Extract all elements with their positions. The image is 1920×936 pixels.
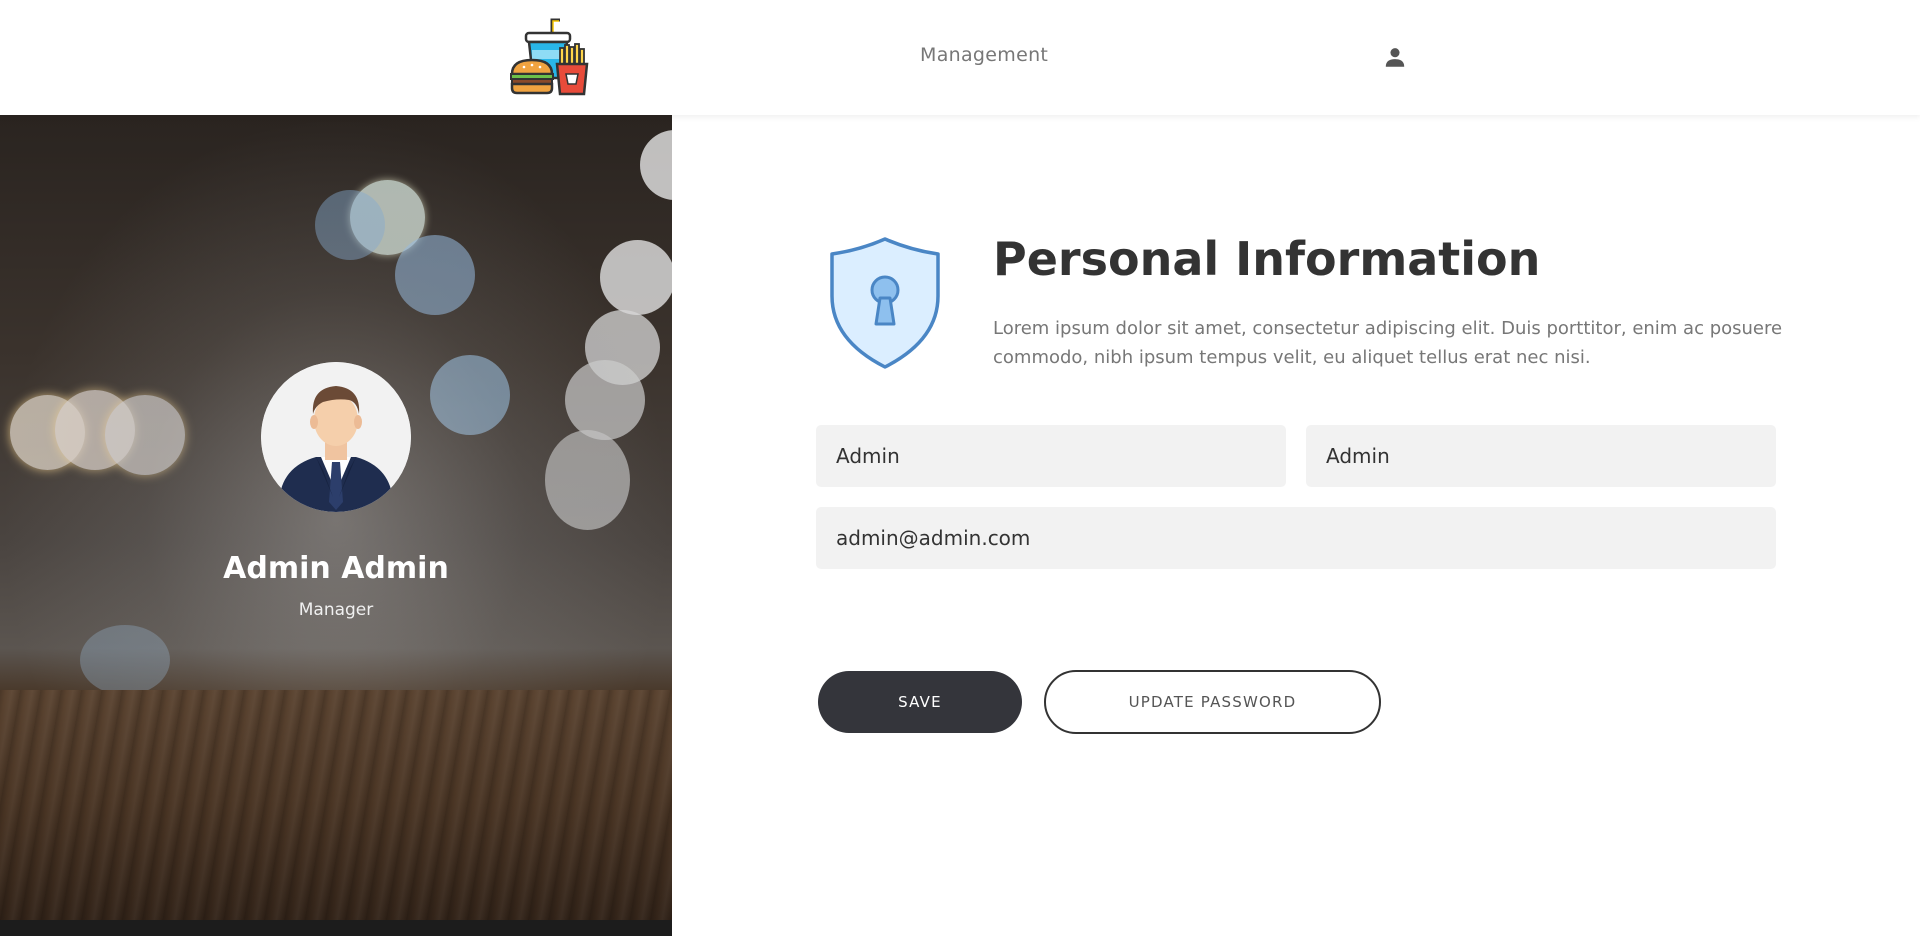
profile-sidebar: Admin Admin Manager [0, 115, 672, 936]
update-password-button[interactable]: UPDATE PASSWORD [1044, 670, 1381, 734]
fast-food-logo-icon[interactable] [508, 16, 590, 98]
wood-table-surface [0, 690, 672, 936]
save-button[interactable]: SAVE [818, 671, 1022, 733]
wood-table-edge [0, 920, 672, 936]
user-account-icon[interactable] [1382, 44, 1408, 70]
page-title: Personal Information [993, 232, 1541, 286]
top-navbar: Management [0, 0, 1920, 115]
profile-role: Manager [298, 600, 374, 620]
nav-management-link[interactable]: Management [920, 44, 1048, 66]
avatar [261, 362, 411, 512]
profile-name: Admin Admin [223, 551, 449, 586]
last-name-input[interactable] [1306, 425, 1776, 487]
email-input[interactable] [816, 507, 1776, 569]
shield-keyhole-icon [828, 236, 942, 370]
section-description: Lorem ipsum dolor sit amet, consectetur … [993, 318, 1783, 368]
first-name-input[interactable] [816, 425, 1286, 487]
